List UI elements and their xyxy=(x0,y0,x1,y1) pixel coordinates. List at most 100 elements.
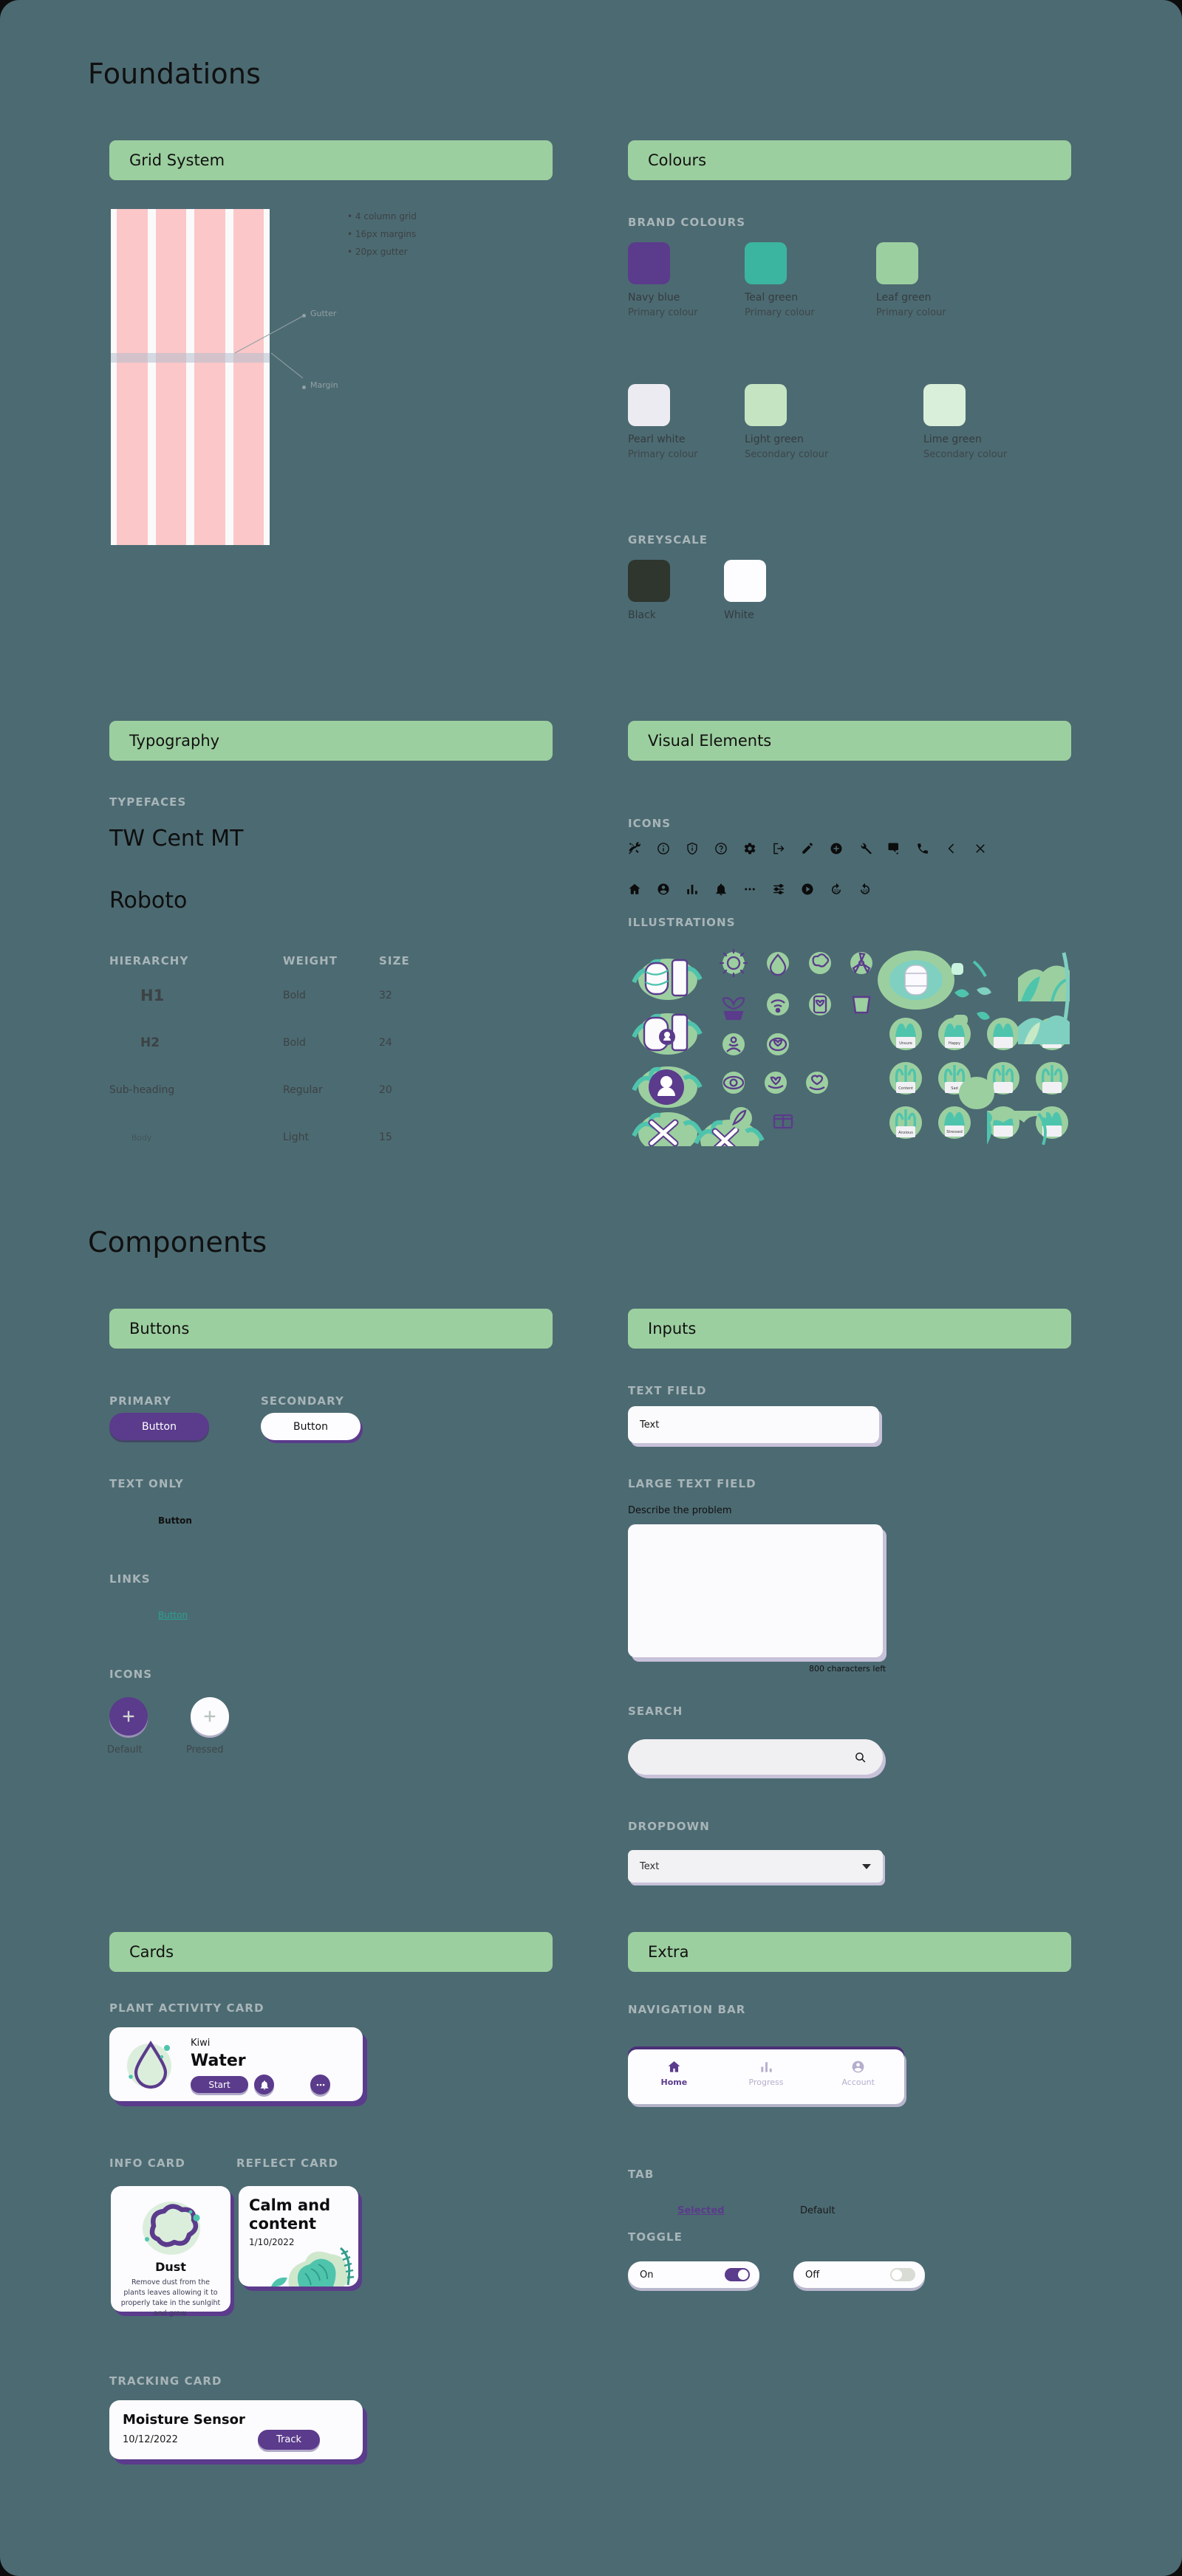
search-label: SEARCH xyxy=(628,1705,683,1718)
panel-title: Colours xyxy=(648,151,707,169)
typography-table: HIERARCHY WEIGHT SIZE H1 Bold 32 H2 Bold… xyxy=(109,954,457,1161)
foliage-illustration xyxy=(271,2247,355,2286)
info-card-label: INFO CARD xyxy=(109,2157,185,2170)
icon-row-1 xyxy=(628,842,987,855)
svg-text:Stressed: Stressed xyxy=(946,1130,963,1134)
dust-illustration xyxy=(143,2202,200,2255)
info-card[interactable]: Dust Remove dust from the plants leaves … xyxy=(111,2186,230,2318)
nav-item-account[interactable]: Account xyxy=(812,2060,904,2087)
switch-on[interactable] xyxy=(725,2268,750,2281)
grid-column xyxy=(117,209,148,545)
info-card-title: Dust xyxy=(155,2260,186,2274)
account-circle-icon xyxy=(852,2061,864,2073)
illustrations-collage: Unsure Happy Content Sad Anxious Stresse… xyxy=(626,948,1070,1146)
panel-header-visual-elements: Visual Elements xyxy=(628,721,1071,761)
search-input[interactable] xyxy=(628,1739,883,1775)
toggle-off-label: Off xyxy=(805,2269,820,2281)
tab-default[interactable]: Default xyxy=(800,2205,836,2216)
swatch-role: Primary colour xyxy=(628,449,698,460)
swatch-name: Leaf green xyxy=(876,292,932,304)
bar-chart-icon xyxy=(687,885,697,894)
panel-title: Cards xyxy=(129,1943,174,1961)
text-field[interactable]: Text xyxy=(628,1406,879,1443)
activity-title: Water xyxy=(191,2052,246,2070)
close-icon xyxy=(976,844,985,853)
panel-title: Extra xyxy=(648,1943,689,1961)
typefaces-label: TYPEFACES xyxy=(109,795,187,809)
col-header-hierarchy: HIERARCHY xyxy=(109,954,189,967)
panel-title: Grid System xyxy=(129,151,225,169)
swatch-white: White xyxy=(724,560,766,621)
toggle-on[interactable]: On xyxy=(628,2261,759,2288)
swatch-chip xyxy=(745,384,787,426)
gear-icon xyxy=(744,843,756,854)
greyscale-label: GREYSCALE xyxy=(628,533,708,547)
nav-item-progress[interactable]: Progress xyxy=(720,2060,813,2087)
dropdown-select[interactable]: Text xyxy=(628,1850,883,1883)
logout-icon xyxy=(773,843,785,854)
nav-item-label: Home xyxy=(660,2077,688,2087)
reflect-card-label: REFLECT CARD xyxy=(236,2157,339,2170)
size-h1: 32 xyxy=(379,990,392,1001)
margin-anno-dot xyxy=(302,386,306,389)
reflect-card[interactable]: Calm and content 1/10/2022 xyxy=(239,2186,358,2286)
grid-column xyxy=(155,209,186,545)
secondary-button[interactable]: Button xyxy=(261,1413,361,1440)
home-icon xyxy=(668,2061,680,2072)
design-system-canvas: Foundations Grid System 4 column grid 16… xyxy=(0,0,1182,2576)
panel-header-cards: Cards xyxy=(109,1932,553,1972)
dropdown-label: DROPDOWN xyxy=(628,1820,710,1833)
panel-header-grid-system: Grid System xyxy=(109,140,553,180)
size-subheading: 20 xyxy=(379,1084,392,1096)
more-options-button[interactable] xyxy=(310,2075,330,2094)
info-circle-icon xyxy=(657,843,669,854)
swatch-name: Navy blue xyxy=(628,292,680,304)
panel-header-extra: Extra xyxy=(628,1932,1071,1972)
large-text-field-prompt: Describe the problem xyxy=(628,1505,732,1516)
illustrations-label: ILLUSTRATIONS xyxy=(628,916,736,929)
hierarchy-h1: H1 xyxy=(140,987,165,1004)
tab-selected[interactable]: Selected xyxy=(677,2205,725,2216)
plant-activity-card[interactable]: Kiwi Water Start xyxy=(109,2027,363,2101)
typeface-primary: TW Cent MT xyxy=(109,826,244,852)
more-horizontal-icon xyxy=(745,888,755,891)
plus-icon xyxy=(204,1710,216,1722)
large-text-field[interactable] xyxy=(628,1524,883,1657)
tracking-card[interactable]: Moisture Sensor 10/12/2022 Track xyxy=(109,2400,363,2459)
table-row: H2 Bold 24 xyxy=(109,1019,457,1066)
size-body: 15 xyxy=(379,1131,392,1143)
help-circle-icon xyxy=(715,843,727,854)
page-title-components: Components xyxy=(88,1226,267,1258)
reminder-button[interactable] xyxy=(254,2075,274,2094)
character-counter: 800 characters left xyxy=(809,1664,886,1674)
tracking-card-date: 10/12/2022 xyxy=(123,2434,178,2445)
panel-header-typography: Typography xyxy=(109,721,553,761)
chevron-down-icon xyxy=(862,1863,871,1869)
swatch-light-green: Light green Secondary colour xyxy=(745,384,828,460)
nav-item-home[interactable]: Home xyxy=(628,2060,720,2087)
chat-icon xyxy=(888,843,898,854)
grid-bullet: 16px margins xyxy=(347,225,417,243)
text-only-button[interactable]: Button xyxy=(158,1515,192,1526)
phone-icon xyxy=(918,843,928,854)
panel-title: Inputs xyxy=(648,1320,697,1337)
bell-icon xyxy=(260,2080,268,2089)
grid-column xyxy=(194,209,225,545)
col-header-weight: WEIGHT xyxy=(283,954,338,967)
link-button[interactable]: Button xyxy=(158,1610,188,1620)
reflect-card-title: Calm and content xyxy=(249,2196,331,2233)
start-button[interactable]: Start xyxy=(191,2076,248,2093)
toggle-off[interactable]: Off xyxy=(793,2261,925,2288)
icon-button-pressed[interactable] xyxy=(191,1697,229,1736)
swatch-teal-green: Teal green Primary colour xyxy=(745,242,815,318)
switch-off[interactable] xyxy=(890,2268,915,2281)
tune-icon xyxy=(773,883,784,895)
svg-text:Unsure: Unsure xyxy=(899,1041,912,1046)
swatch-chip xyxy=(876,242,918,284)
track-button[interactable]: Track xyxy=(258,2430,320,2450)
icon-row-2: 10 10 xyxy=(628,883,872,896)
primary-button[interactable]: Button xyxy=(109,1413,209,1440)
icon-button-default[interactable] xyxy=(109,1697,148,1736)
hierarchy-body: Body xyxy=(131,1132,152,1143)
swatch-name: Light green xyxy=(745,434,804,445)
